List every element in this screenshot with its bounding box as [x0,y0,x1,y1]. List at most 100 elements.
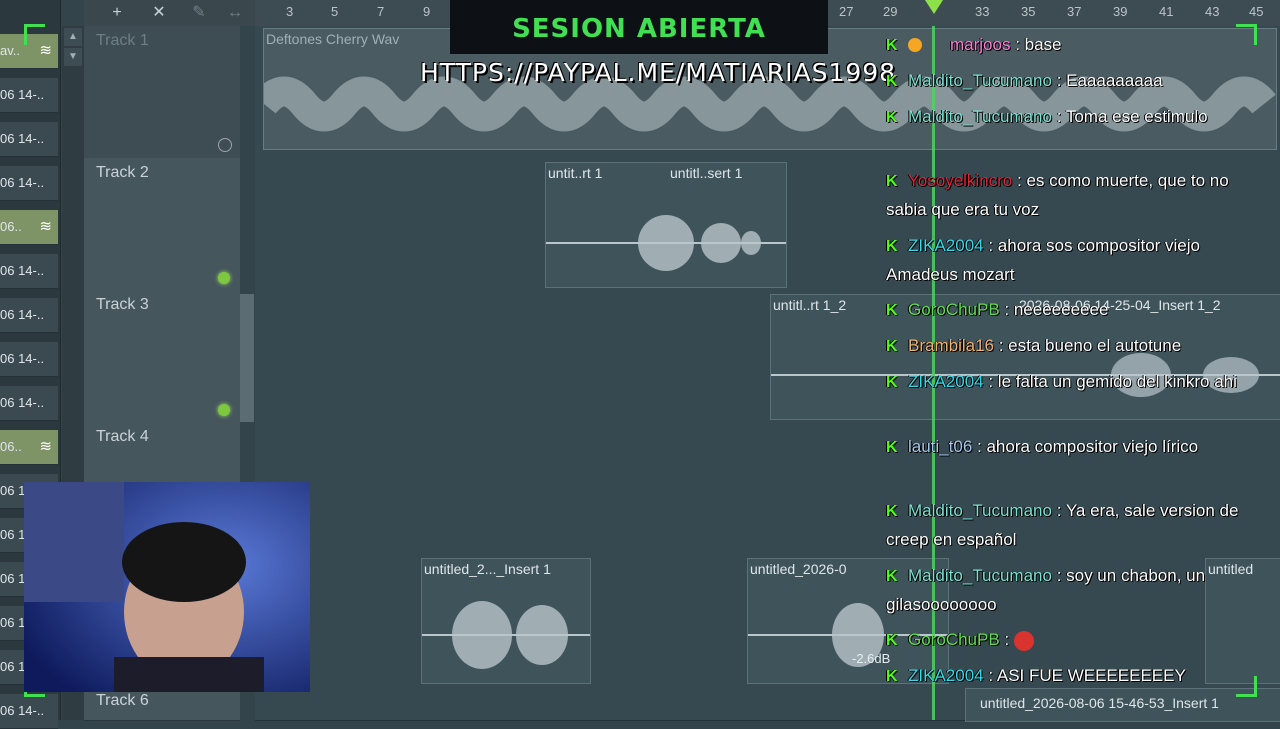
chat-message: K Maldito_Tucumano : Ya era, sale version… [886,496,1268,554]
kick-badge-icon: K [886,73,898,90]
stream-banner: SESION ABIERTA [450,0,828,54]
chat-username: GoroChuPB [908,300,1000,319]
chat-text: : ahora compositor viejo lírico [977,437,1199,456]
browser-item-label: 06 14-.. [0,395,45,410]
chat-message: K Brambila16 : esta bueno el autotune [886,331,1268,360]
cut-icon[interactable]: ✕ [148,2,170,24]
waveform-icon: ≋ [39,218,52,235]
chat-username: Maldito_Tucumano [908,566,1052,585]
stretch-icon[interactable]: ↔ [224,2,246,24]
browser-item-label: 06 1 [0,483,26,498]
browser-item-label: 06 1 [0,615,26,630]
browser-item-label: 06.. [0,439,22,454]
ruler-tick: 7 [377,4,385,19]
track-header[interactable]: Track 1 [84,26,240,159]
chat-message: K Maldito_Tucumano : Eaaaaaaaaa [886,66,1268,95]
kick-badge-icon: K [886,37,898,54]
track-scrollbar[interactable] [240,294,254,422]
kick-badge-icon: K [886,109,898,126]
browser-item-label: 06 14-.. [0,87,45,102]
browser-item-label: 06 14-.. [0,263,45,278]
chat-message: K Yosoyelkincro : es como muerte, que to … [886,166,1268,224]
browser-item[interactable]: 06 14-.. [0,78,58,113]
chat-message: K Maldito_Tucumano : soy un chabon, un gi… [886,561,1268,619]
track-led-icon[interactable] [218,404,230,416]
chat-message: K ZIKA2004 : ASI FUE WEEEEEEEEY [886,661,1268,690]
audio-clip[interactable]: untit..rt 1 untitl..sert 1 [545,162,787,288]
track-name: Track 6 [96,692,149,709]
kick-badge-icon: K [886,568,898,585]
browser-item[interactable]: 06 14-.. [0,694,58,729]
scroll-down-icon[interactable]: ▼ [64,48,82,66]
kick-badge-icon: K [886,238,898,255]
chat-username: ZIKA2004 [908,666,984,685]
browser-item[interactable]: 06 14-.. [0,342,58,377]
browser-item[interactable]: 06 14-.. [0,254,58,289]
scroll-up-icon[interactable]: ▲ [64,28,82,46]
clip-title: untit..rt 1 [548,165,603,181]
ruler-tick: 9 [423,4,431,19]
chat-message: K ZIKA2004 : ahora sos compositor viejo A… [886,231,1268,289]
track-header[interactable]: Track 3 [84,290,240,423]
ruler-tick: 41 [1159,4,1174,19]
ruler-tick: 29 [883,4,898,19]
track-name: Track 1 [96,32,149,49]
kick-badge-icon: K [886,503,898,520]
audio-clip[interactable]: untitled_2..._Insert 1 [421,558,591,684]
kick-badge-icon: K [886,668,898,685]
ruler-tick: 27 [839,4,854,19]
chat-text: : esta bueno el autotune [998,336,1182,355]
banner-title: SESION ABIERTA [512,14,766,44]
chat-text: : Eaaaaaaaaa [1056,71,1163,90]
track-header[interactable]: Track 2 [84,158,240,291]
chat-username: Maldito_Tucumano [908,107,1052,126]
browser-item-label: 06 14-.. [0,703,45,718]
browser-item[interactable]: 06.. ≋ [0,430,58,465]
browser-item[interactable]: 06 14-.. [0,298,58,333]
chat-message: K GoroChuPB : neeeeeeeee [886,295,1268,324]
ruler-tick: 33 [975,4,990,19]
pencil-icon[interactable]: ✎ [188,2,210,24]
chat-message: Klauti_t06 : ahora compositor viejo líri… [886,432,1268,461]
clip-title: untitled_2026-0 [750,561,847,577]
ruler-tick: 5 [331,4,339,19]
track-led-icon[interactable] [218,138,232,152]
webcam-image [24,482,310,692]
frame-corner-icon [24,24,45,45]
ruler-tick: 45 [1249,4,1264,19]
browser-item-label: 06.. [0,219,22,234]
track-name: Track 4 [96,428,149,445]
track-led-icon[interactable] [218,272,230,284]
browser-item-label: 06 14-.. [0,175,45,190]
clip-title: untitl..rt 1_2 [773,297,847,313]
chat-text: : le falta un gemido del kinkro ahi [988,372,1237,391]
chat-text: : neeeeeeeee [1004,300,1109,319]
webcam-feed [24,482,310,692]
browser-item[interactable]: 06 14-.. [0,166,58,201]
ruler-tick: 39 [1113,4,1128,19]
waveform [546,215,786,271]
kick-badge-icon: K [886,302,898,319]
chat-text: : [1004,630,1010,649]
browser-item[interactable]: 06 14-.. [0,386,58,421]
chat-text: : ASI FUE WEEEEEEEEY [988,666,1186,685]
ruler-tick: 37 [1067,4,1082,19]
chat-username: GoroChuPB [908,630,1000,649]
chat-username: Maldito_Tucumano [908,71,1052,90]
add-icon[interactable]: + [106,2,128,24]
donation-link: HTTPS://PAYPAL.ME/MATIARIAS1998 [420,58,897,87]
playlist-toolbar: + ✕ ✎ ↔ [84,0,260,26]
browser-item[interactable]: 06.. ≋ [0,210,58,245]
track-name: Track 2 [96,164,149,181]
chat-username: Maldito_Tucumano [908,501,1052,520]
chat-username: ZIKA2004 [908,236,984,255]
waveform [422,601,590,669]
browser-item-label: 06 1 [0,527,26,542]
waveform-icon: ≋ [39,438,52,455]
playhead-marker-icon[interactable] [925,0,943,14]
chat-username: Brambila16 [908,336,994,355]
chat-message: K Maldito_Tucumano : Toma ese estimulo [886,102,1268,131]
kick-badge-icon: K [886,338,898,355]
chat-username: lauti_t06 [908,437,973,456]
browser-item[interactable]: 06 14-.. [0,122,58,157]
